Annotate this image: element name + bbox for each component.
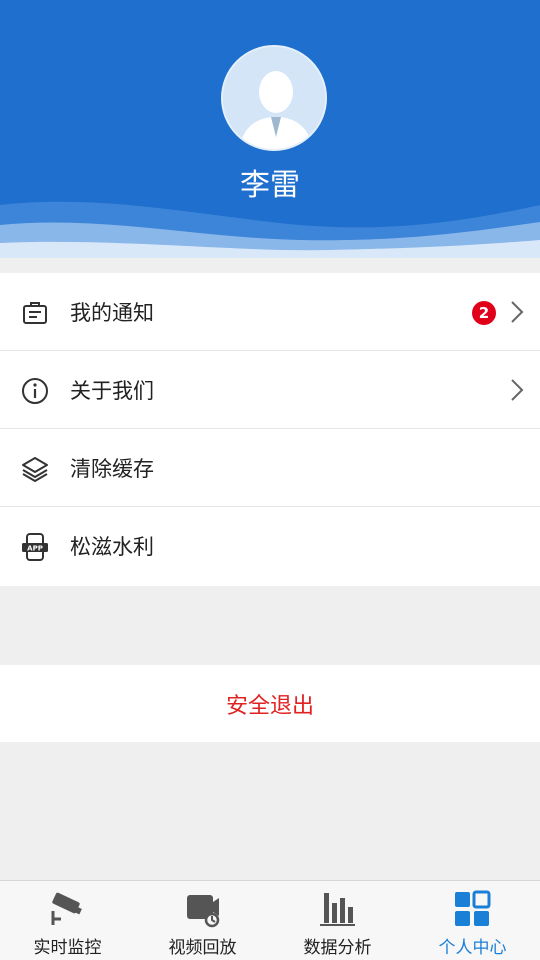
tab-label: 个人中心 <box>438 938 507 958</box>
notice-icon <box>23 302 47 324</box>
menu-item-clear-cache[interactable]: 清除缓存 <box>0 429 540 507</box>
camera-icon <box>51 892 82 925</box>
menu-item-label: 松滋水利 <box>70 535 154 559</box>
menu-item-app-info[interactable]: APP 松滋水利 <box>0 507 540 586</box>
grid-icon <box>455 890 491 926</box>
user-name: 李雷 <box>240 168 300 203</box>
logout-label: 安全退出 <box>225 693 314 719</box>
profile-menu: 我的通知 2 关于我们 清除缓存 APP 松滋水利 <box>0 273 540 586</box>
menu-item-notifications[interactable]: 我的通知 2 <box>0 273 540 351</box>
app-icon: APP <box>22 533 48 561</box>
profile-header: 李雷 <box>0 0 540 258</box>
chevron-right-icon <box>511 379 524 401</box>
svg-text:APP: APP <box>27 545 43 553</box>
tab-personal-center[interactable]: 个人中心 <box>405 881 540 960</box>
tab-label: 视频回放 <box>168 938 237 958</box>
tab-label: 数据分析 <box>303 938 372 958</box>
bar-chart-icon <box>320 893 355 926</box>
menu-item-label: 关于我们 <box>70 379 154 403</box>
video-playback-icon <box>187 895 220 928</box>
tab-data-analysis[interactable]: 数据分析 <box>270 881 405 960</box>
info-icon <box>22 378 48 404</box>
tab-label: 实时监控 <box>33 938 102 958</box>
menu-item-label: 清除缓存 <box>70 457 154 481</box>
user-avatar-icon <box>223 47 325 149</box>
user-avatar[interactable] <box>221 45 327 151</box>
tab-video-playback[interactable]: 视频回放 <box>135 881 270 960</box>
bottom-tab-bar: 实时监控 视频回放 数据分析 个人中心 <box>0 880 540 960</box>
layers-icon <box>22 457 48 482</box>
chevron-right-icon <box>511 301 524 323</box>
tab-realtime-monitor[interactable]: 实时监控 <box>0 881 135 960</box>
menu-item-about[interactable]: 关于我们 <box>0 351 540 429</box>
notification-count-badge: 2 <box>472 301 496 325</box>
logout-button[interactable]: 安全退出 <box>0 665 540 742</box>
menu-item-label: 我的通知 <box>70 301 154 325</box>
